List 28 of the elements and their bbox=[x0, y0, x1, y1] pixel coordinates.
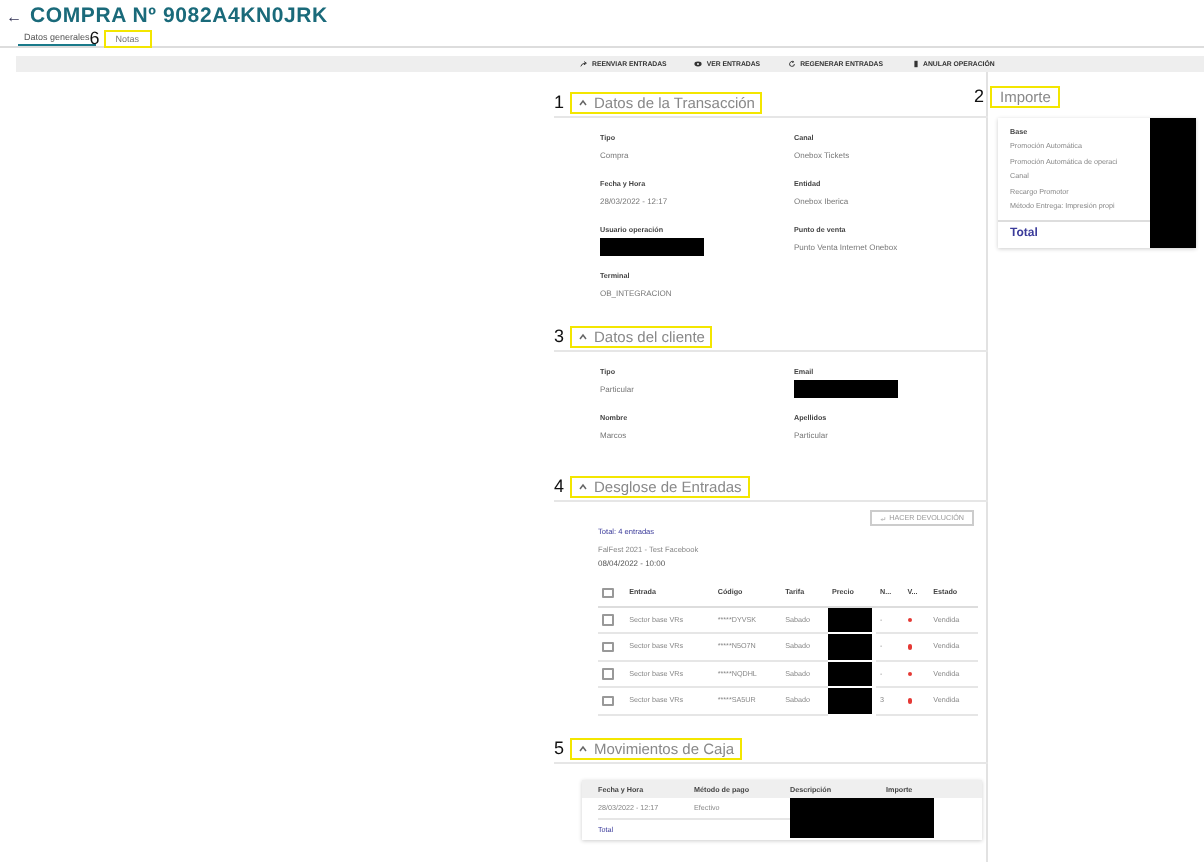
callout-number: 6 bbox=[89, 28, 100, 48]
page-title: COMPRA Nº 9082A4KN0JRK bbox=[30, 4, 328, 28]
checkbox[interactable] bbox=[602, 587, 613, 598]
checkbox[interactable] bbox=[602, 641, 613, 652]
checkbox[interactable] bbox=[602, 668, 613, 679]
redaction-block bbox=[790, 798, 934, 838]
redaction-block bbox=[827, 661, 872, 686]
callout-number: 2 bbox=[974, 86, 987, 106]
arrow-icon bbox=[580, 60, 588, 68]
redaction-block bbox=[600, 237, 704, 255]
arrow-icon bbox=[879, 515, 886, 521]
checkbox[interactable] bbox=[602, 695, 613, 706]
callout-number: 1 bbox=[554, 92, 567, 112]
chevron-icon bbox=[578, 481, 588, 491]
callout-number: 5 bbox=[554, 738, 567, 758]
refresh-icon bbox=[788, 60, 797, 68]
callout-number: 4 bbox=[554, 476, 567, 496]
redaction-block bbox=[1150, 118, 1196, 248]
checkbox[interactable] bbox=[602, 614, 613, 625]
redaction-block bbox=[794, 379, 898, 397]
chevron-icon bbox=[578, 97, 588, 107]
redaction-block bbox=[827, 688, 872, 713]
redaction-block bbox=[827, 607, 872, 633]
chevron-icon bbox=[578, 331, 588, 341]
back-button[interactable]: ← bbox=[6, 7, 22, 25]
callout-number: 3 bbox=[554, 326, 567, 346]
redaction-block bbox=[827, 634, 872, 659]
chevron-icon bbox=[578, 743, 588, 753]
